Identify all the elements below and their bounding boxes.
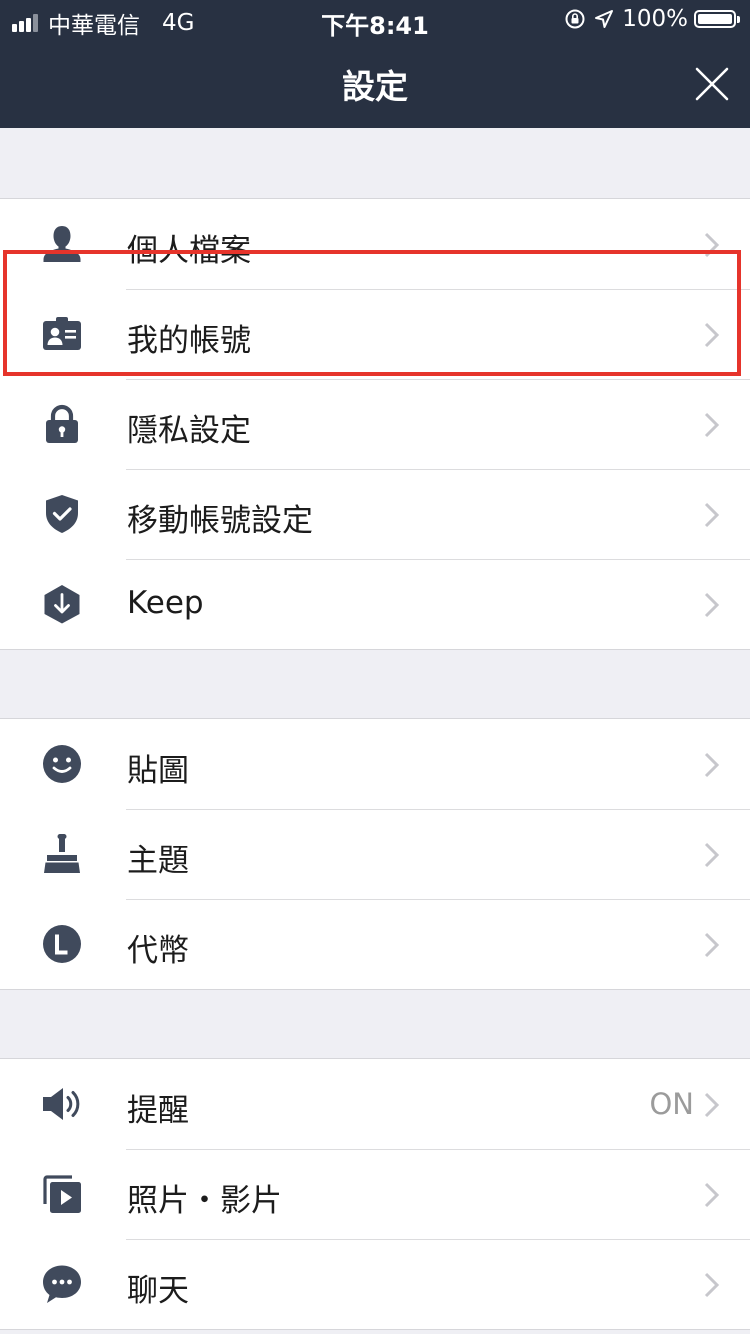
chevron-right-icon [704,1182,720,1208]
settings-item-label: 隱私設定 [127,413,251,449]
settings-item-label: 我的帳號 [127,323,251,359]
settings-item-label: 貼圖 [127,753,189,789]
notifications-status: ON [649,1087,694,1121]
settings-item-photos-videos[interactable]: 照片・影片 [0,1149,750,1239]
close-icon[interactable] [692,64,732,104]
id-card-icon [43,317,81,350]
navigation-bar: 設定 [0,40,750,128]
chevron-right-icon [704,322,720,348]
chevron-right-icon [704,412,720,438]
settings-item-stickers[interactable]: 貼圖 [0,719,750,809]
chevron-right-icon [704,1272,720,1298]
settings-item-label: 提醒 [127,1093,189,1129]
chevron-right-icon [704,932,720,958]
smiley-icon [43,745,81,783]
top-bar: 中華電信 4G 下午8:41 100% 設定 [0,0,750,128]
settings-item-themes[interactable]: 主題 [0,809,750,899]
chevron-right-icon [704,1092,720,1118]
status-bar: 中華電信 4G 下午8:41 100% [0,0,750,40]
person-icon [43,226,81,262]
settings-item-label: Keep [127,585,204,621]
orientation-lock-icon [565,9,585,29]
brush-icon [44,834,80,873]
settings-item-my-account[interactable]: 我的帳號 [0,289,750,379]
settings-item-label: 主題 [127,843,189,879]
location-icon [595,10,614,28]
chevron-right-icon [704,842,720,868]
settings-item-label: 照片・影片 [127,1183,282,1219]
settings-item-chats[interactable]: 聊天 [0,1239,750,1329]
settings-section-general: 提醒 ON 照片・影片 聊天 [0,1058,750,1330]
chat-bubble-icon [43,1265,81,1303]
settings-item-keep[interactable]: Keep [0,559,750,649]
settings-item-label: 代幣 [127,933,189,969]
coin-icon [43,925,81,963]
lock-icon [46,404,78,443]
shield-check-icon [46,495,78,533]
photo-video-icon [43,1175,81,1213]
chevron-right-icon [704,232,720,258]
settings-item-coins[interactable]: 代幣 [0,899,750,989]
speaker-icon [43,1088,80,1120]
settings-item-label: 個人檔案 [127,233,251,269]
settings-section-content: 貼圖 主題 代幣 [0,718,750,990]
chevron-right-icon [704,592,720,618]
settings-item-notifications[interactable]: 提醒 ON [0,1059,750,1149]
settings-item-profile[interactable]: 個人檔案 [0,199,750,289]
settings-section-account: 個人檔案 我的帳號 隱私設定 移動帳號設定 Keep [0,198,750,650]
chevron-right-icon [704,752,720,778]
battery-icon [694,10,740,28]
battery-percent: 100% [622,6,688,32]
settings-item-privacy[interactable]: 隱私設定 [0,379,750,469]
page-title: 設定 [342,67,408,106]
settings-item-label: 聊天 [127,1273,189,1309]
keep-icon [44,585,80,624]
settings-item-account-transfer[interactable]: 移動帳號設定 [0,469,750,559]
chevron-right-icon [704,502,720,528]
settings-item-label: 移動帳號設定 [127,503,313,539]
